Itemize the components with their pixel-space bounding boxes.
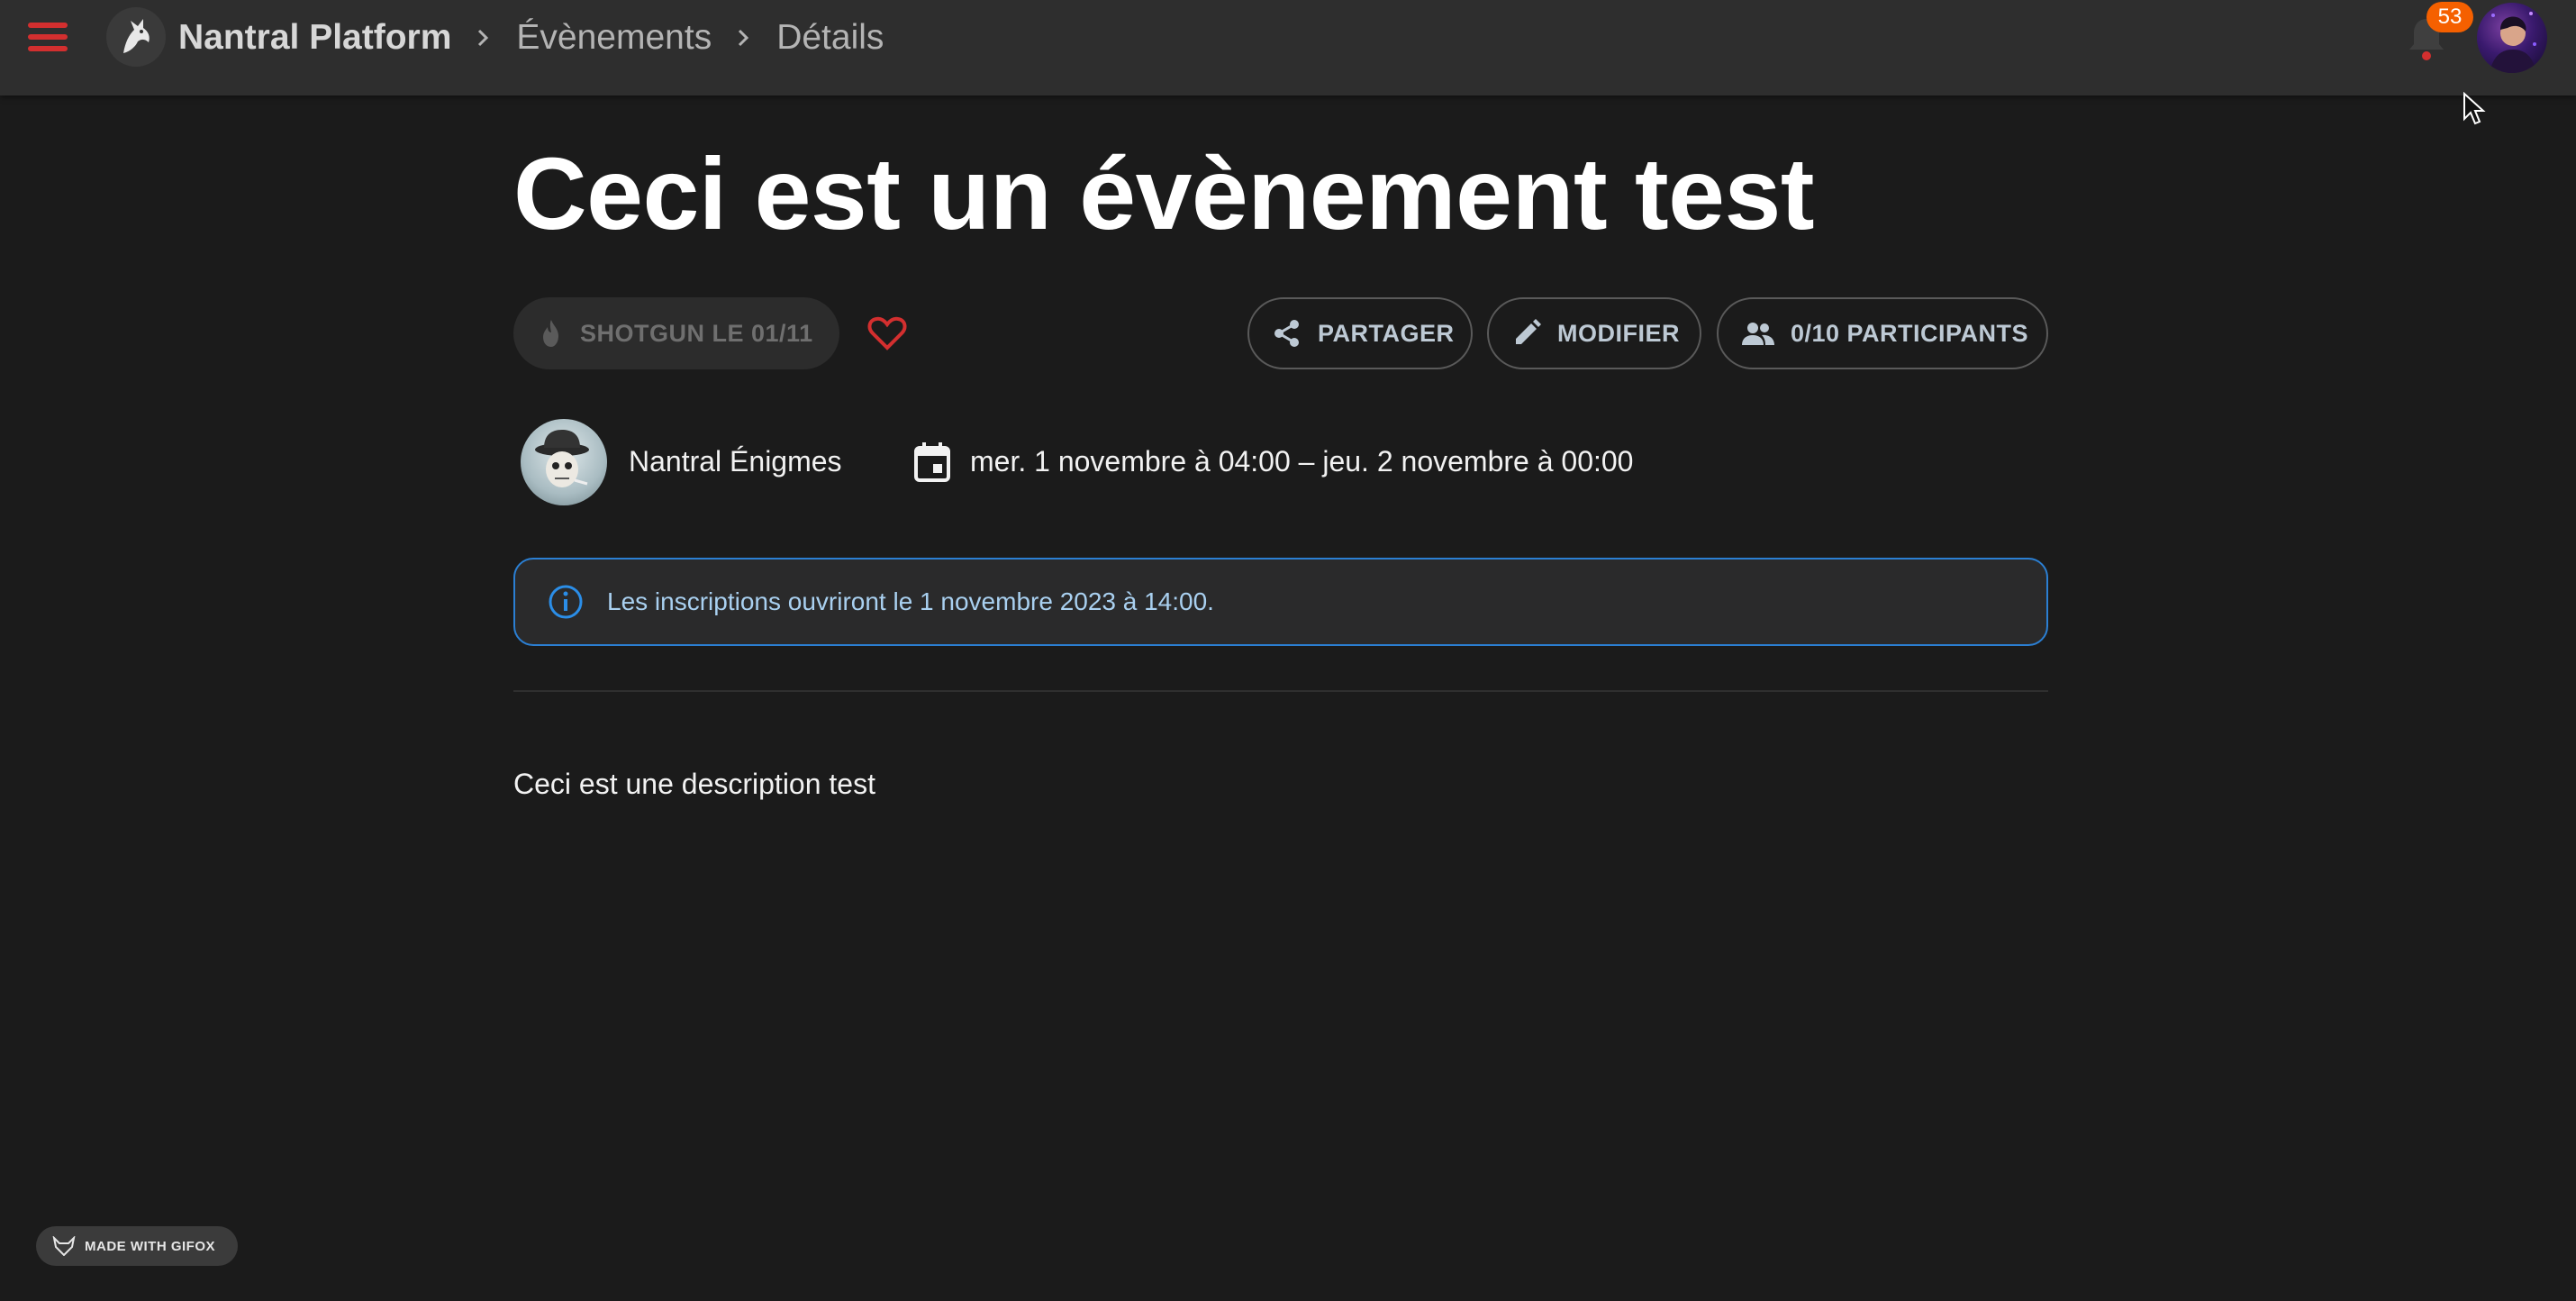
edit-button[interactable]: MODIFIER — [1487, 297, 1701, 369]
edit-label: MODIFIER — [1557, 319, 1680, 347]
share-button[interactable]: PARTAGER — [1247, 297, 1473, 369]
chevron-right-icon — [737, 27, 751, 49]
chevron-right-icon — [476, 27, 491, 49]
shotgun-label: SHOTGUN LE 01/11 — [580, 319, 813, 347]
nantral-logo-icon[interactable] — [106, 7, 166, 67]
hamburger-menu-icon — [28, 23, 68, 51]
fox-icon — [52, 1236, 76, 1256]
event-dates: mer. 1 novembre à 04:00 – jeu. 2 novembr… — [970, 445, 1634, 478]
heart-outline-icon — [867, 316, 907, 350]
participants-label: 0/10 PARTICIPANTS — [1791, 319, 2029, 347]
menu-button[interactable] — [20, 13, 76, 61]
favorite-button[interactable] — [865, 311, 910, 356]
info-icon — [548, 584, 584, 620]
fire-icon — [539, 318, 564, 349]
alert-message: Les inscriptions ouvriront le 1 novembre… — [607, 587, 1214, 615]
share-label: PARTAGER — [1318, 319, 1455, 347]
user-avatar[interactable] — [2477, 3, 2547, 73]
top-app-bar: Nantral Platform Évènements Détails 53 — [0, 0, 2576, 96]
pencil-icon — [1512, 319, 1541, 348]
divider — [513, 690, 2048, 692]
notification-count-badge: 53 — [2426, 2, 2473, 32]
gifox-watermark: MADE WITH GIFOX — [36, 1226, 238, 1266]
participants-button[interactable]: 0/10 PARTICIPANTS — [1717, 297, 2048, 369]
shotgun-button: SHOTGUN LE 01/11 — [513, 297, 839, 369]
breadcrumb: Nantral Platform Évènements Détails — [178, 16, 884, 59]
info-alert: Les inscriptions ouvriront le 1 novembre… — [513, 558, 2048, 646]
event-title: Ceci est un évènement test — [513, 137, 1814, 250]
calendar-icon — [914, 442, 950, 482]
organizer-avatar[interactable] — [521, 419, 607, 505]
gifox-label: MADE WITH GIFOX — [85, 1238, 215, 1254]
people-icon — [1742, 322, 1774, 345]
share-icon — [1273, 319, 1302, 348]
breadcrumb-events[interactable]: Évènements — [516, 18, 712, 58]
breadcrumb-details: Détails — [776, 18, 884, 57]
organizer-name[interactable]: Nantral Énigmes — [629, 445, 842, 478]
mouse-cursor-icon — [2463, 92, 2486, 125]
event-description: Ceci est une description test — [513, 768, 875, 800]
breadcrumb-home[interactable]: Nantral Platform — [178, 18, 451, 58]
